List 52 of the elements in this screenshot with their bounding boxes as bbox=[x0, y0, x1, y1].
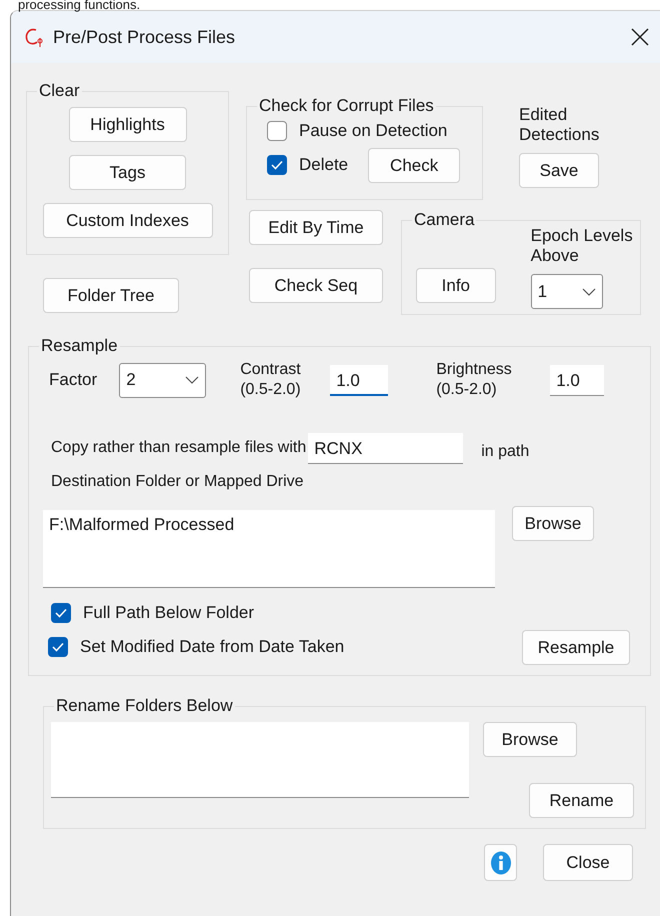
browse-button[interactable]: Browse bbox=[483, 722, 577, 757]
edit-by-time-button[interactable]: Edit By Time bbox=[249, 210, 383, 245]
checkbox[interactable] bbox=[51, 602, 71, 623]
group-label: Camera bbox=[413, 210, 476, 230]
checkbox[interactable] bbox=[267, 155, 287, 175]
group-label: Clear bbox=[38, 81, 81, 101]
close-icon[interactable] bbox=[630, 27, 650, 47]
edited-detections-label: Edited Detections bbox=[519, 105, 600, 145]
contrast-field[interactable]: 1.0 bbox=[330, 364, 388, 396]
clear-button[interactable]: Custom Indexes bbox=[42, 203, 212, 238]
check-seq-button[interactable]: Check Seq bbox=[249, 268, 383, 303]
check-icon bbox=[52, 642, 64, 652]
destination-field[interactable]: F:\Malformed Processed bbox=[43, 510, 495, 588]
close-button[interactable]: Close bbox=[543, 844, 633, 881]
checkbox-label: Full Path Below Folder bbox=[83, 602, 254, 624]
clear-button[interactable]: Tags bbox=[69, 155, 186, 190]
group-label: Check for Corrupt Files bbox=[258, 96, 435, 116]
epoch-levels-label: Epoch Levels Above bbox=[530, 226, 634, 266]
contrast-label: Contrast (0.5-2.0) bbox=[240, 360, 302, 400]
brightness-field[interactable]: 1.0 bbox=[550, 364, 604, 396]
folder-tree-button[interactable]: Folder Tree bbox=[43, 278, 179, 313]
check-button[interactable]: Check bbox=[368, 148, 460, 182]
info-button[interactable]: Info bbox=[416, 268, 496, 303]
in-path-label: in path bbox=[481, 442, 530, 462]
info-icon bbox=[490, 850, 512, 874]
checkbox-label: Pause on Detection bbox=[299, 120, 448, 142]
checkbox-label: Set Modified Date from Date Taken bbox=[80, 636, 344, 658]
destination-label: Destination Folder or Mapped Drive bbox=[50, 472, 305, 492]
clear-button[interactable]: Highlights bbox=[68, 107, 186, 142]
copy-label: Copy rather than resample files with bbox=[51, 438, 306, 458]
epoch-levels-dropdown[interactable]: 1 bbox=[530, 274, 603, 309]
save-button[interactable]: Save bbox=[519, 153, 599, 188]
factor-dropdown[interactable]: 2 bbox=[119, 362, 206, 398]
rename-button[interactable]: Rename bbox=[529, 783, 634, 818]
folder-field[interactable] bbox=[51, 722, 469, 798]
checkbox[interactable] bbox=[48, 637, 68, 657]
factor-label: Factor bbox=[49, 369, 98, 392]
group-label: Rename Folders Below bbox=[55, 696, 234, 716]
chevron-icon bbox=[582, 288, 596, 296]
window-title: Pre/Post Process Files bbox=[53, 26, 236, 48]
check-icon bbox=[271, 160, 283, 170]
checkbox[interactable] bbox=[267, 120, 287, 141]
group-label: Resample bbox=[40, 336, 119, 356]
checkbox-label: Delete bbox=[299, 154, 348, 176]
browse-button[interactable]: Browse bbox=[512, 506, 594, 541]
app-icon bbox=[23, 26, 45, 48]
chevron-icon bbox=[185, 376, 200, 384]
resample-button[interactable]: Resample bbox=[522, 630, 630, 664]
check-icon bbox=[55, 608, 67, 618]
copy-pattern-field[interactable]: RCNX bbox=[308, 432, 464, 464]
info-button[interactable] bbox=[484, 844, 517, 881]
brightness-label: Brightness (0.5-2.0) bbox=[436, 360, 513, 400]
